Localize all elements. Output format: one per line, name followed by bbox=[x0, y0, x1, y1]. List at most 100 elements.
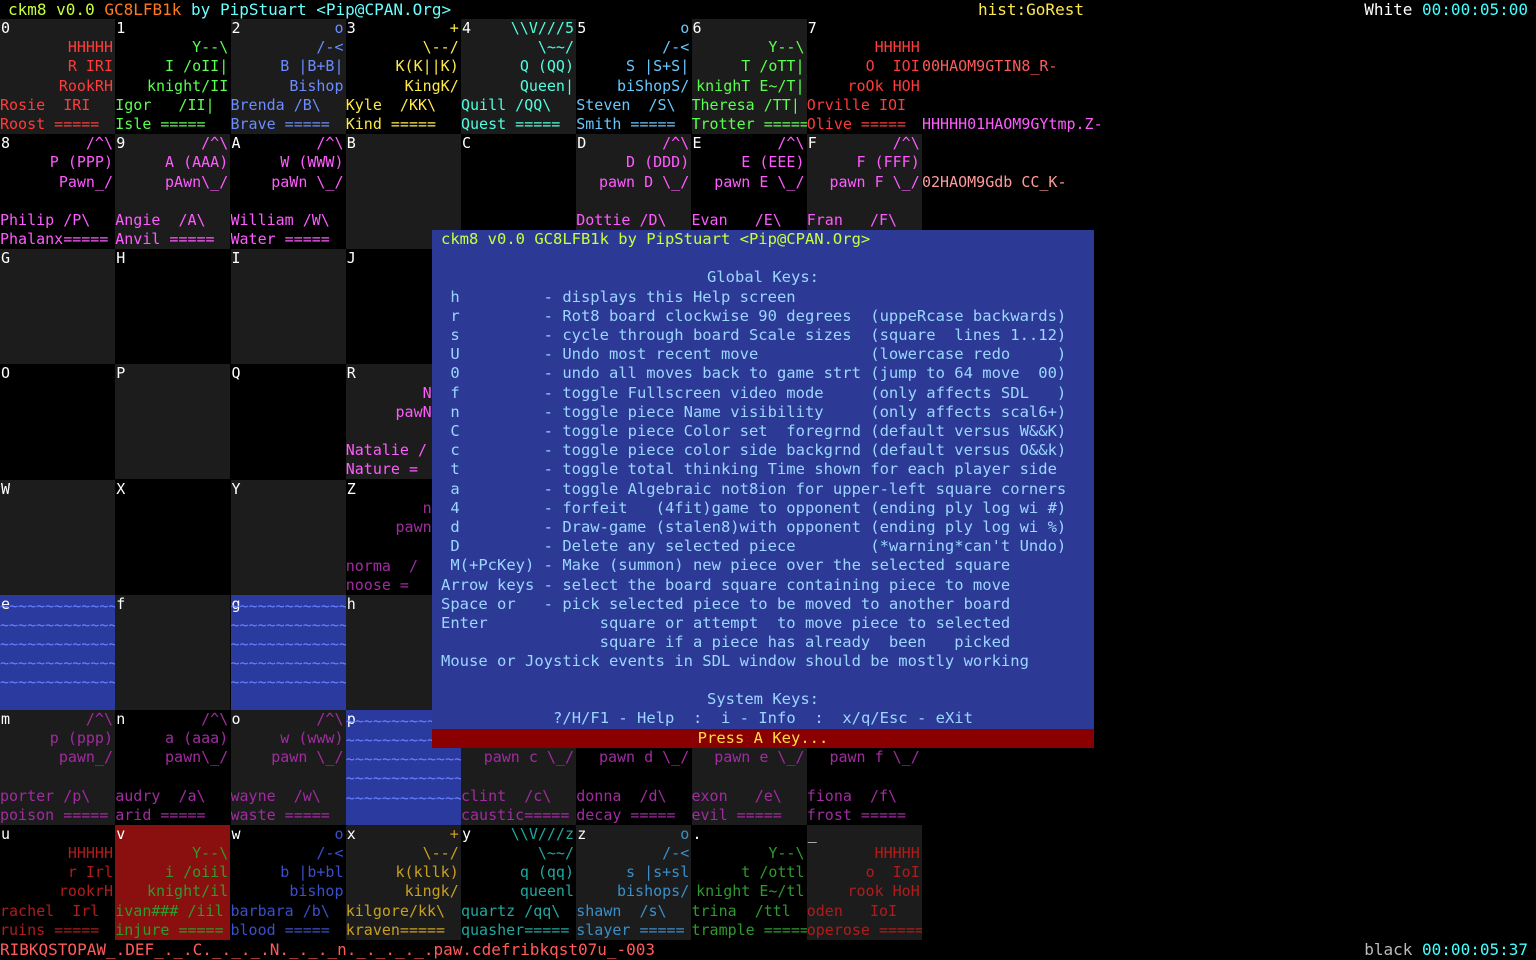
piece-glyph-line: k(kllk) bbox=[395, 863, 459, 882]
piece-glyph-line: a (aaa) bbox=[165, 728, 229, 747]
board-square[interactable]: n/^\ a (aaa) pawn\_/audry /a\ arid ===== bbox=[115, 709, 231, 825]
piece-glyph-line: Y--\ bbox=[768, 844, 805, 863]
piece-subname: trample ===== bbox=[691, 920, 807, 939]
help-dialog[interactable]: ckm8 v0.0 GC8LFB1k by PipStuart <Pip@CPA… bbox=[432, 230, 1094, 748]
board-square[interactable]: 0 HHHHH R IRI RookRH Rosie IRI Roost ===== bbox=[0, 19, 115, 134]
help-row: t - toggle total thinking Time shown for… bbox=[441, 460, 1057, 479]
piece-subname: arid ===== bbox=[115, 805, 206, 824]
black-clock: 00:00:05:37 bbox=[1422, 940, 1528, 959]
board-square[interactable]: y \\V///z \~~/q (qq) queenl quartz /qq\ quash… bbox=[461, 824, 576, 940]
square-coord: 6 bbox=[692, 19, 702, 37]
piece-subname: frost ===== bbox=[806, 805, 907, 824]
system-keys-line: ?/H/F1 - Help : i - Info : x/q/Esc - eXi… bbox=[553, 709, 973, 727]
help-row: U - Undo most recent move (lowercase red… bbox=[441, 345, 1067, 364]
board-square[interactable]: 4 \\V///5 \~~/Q (QQ) Queen| Quill /QQ\ Quest … bbox=[461, 19, 576, 134]
board-square[interactable]: H bbox=[115, 249, 231, 365]
board-square[interactable]: X bbox=[115, 479, 231, 595]
board-square[interactable]: P bbox=[115, 364, 231, 480]
board-square[interactable]: 6 Y--\ T /oTT| knighT E~/T| Theresa /TT| Trot… bbox=[691, 19, 807, 134]
piece-glyph-line: o bbox=[680, 19, 690, 37]
piece-glyph-line: i /oiil bbox=[165, 863, 229, 882]
board-square[interactable]: 2 o/-< B |B+B| Bishop Brenda /B\ Brave ===== bbox=[230, 19, 346, 134]
water-pattern: ~~~~~~~~~~~~~~~~ bbox=[230, 635, 346, 654]
piece-name: Brenda /B\ bbox=[230, 96, 321, 114]
square-coord: W bbox=[1, 479, 11, 498]
piece-glyph-line: roOk HOH bbox=[847, 76, 920, 95]
board-square[interactable]: m/^\ p (ppp) pawn_/porter /p\ poison ===== bbox=[0, 709, 115, 825]
piece-glyph-line: knight/II bbox=[146, 76, 229, 95]
board-square[interactable]: w o/-< b |b+bl bishop barbara /b\ blood ===== bbox=[230, 824, 346, 940]
piece-name: Kyle /KK\ bbox=[345, 96, 437, 114]
piece-glyph-line: pawn_/ bbox=[58, 748, 113, 767]
white-clock-area: White 00:00:05:00 bbox=[1364, 0, 1528, 19]
piece-glyph-line: HHHHH bbox=[67, 844, 113, 863]
square-coord: J bbox=[346, 249, 356, 268]
piece-glyph-line: bishop bbox=[289, 882, 344, 901]
water-pattern: ~~~~~~~~~~~~~~~~ bbox=[0, 596, 115, 615]
board-square[interactable]: z o/-< s |s+sl bishops/shawn /s\ slayer ====… bbox=[576, 824, 692, 940]
black-label: black bbox=[1364, 940, 1413, 959]
board-square[interactable]: A/^\ W (WWW) paWn \_/William /W\ Water ====… bbox=[230, 134, 346, 250]
board-square[interactable]: I bbox=[230, 249, 346, 365]
board-square[interactable]: W bbox=[0, 479, 115, 595]
piece-glyph-line: pawn e \_/ bbox=[714, 748, 805, 767]
piece-subname: operose ===== bbox=[806, 920, 922, 939]
board-square[interactable]: 5 o/-< S |S+S| biShopS/Steven /S\ Smith ====… bbox=[576, 19, 692, 134]
water-pattern: ~~~~~~~~~~~~~~~~ bbox=[0, 635, 115, 654]
piece-glyph-line: E (EEE) bbox=[741, 153, 805, 172]
board-square[interactable]: 8/^\ P (PPP) Pawn_/Philip /P\ Phalanx===== bbox=[0, 134, 115, 250]
board-square[interactable]: v Y--\ i /oiil knight/il ivan### /iil injure … bbox=[115, 824, 231, 940]
board-square[interactable]: o/^\ w (www) pawn \_/wayne /w\ waste ===== bbox=[230, 709, 346, 825]
board-square[interactable]: _ HHHHH o IoI rook HoH oden IoI operose ===== bbox=[806, 824, 922, 940]
piece-subname: blood ===== bbox=[230, 920, 330, 939]
board-square[interactable]: f bbox=[115, 594, 231, 710]
piece-glyph-line: RookRH bbox=[58, 76, 113, 95]
square-coord: h bbox=[346, 594, 356, 613]
piece-glyph-line: biShopS/ bbox=[617, 76, 690, 95]
piece-name: barbara /b\ bbox=[230, 901, 330, 920]
board-square[interactable]: O bbox=[0, 364, 115, 480]
piece-glyph-line: knighT E~/T| bbox=[696, 76, 805, 95]
board-square[interactable]: 3 + \--/K(K||K) KingK/Kyle /KK\ Kind ===== bbox=[345, 19, 461, 134]
history-line: 02HAOM9Gdb CC_K- bbox=[922, 172, 1067, 191]
title-bar: ckm8 v0.0 GC8LFB1k by PipStuart <Pip@CPA… bbox=[8, 0, 451, 19]
help-row: Enter square or attempt to move piece to… bbox=[441, 614, 1011, 632]
piece-subname: Trotter ===== bbox=[691, 115, 807, 133]
square-coord: I bbox=[231, 249, 241, 268]
history-lines: 00HAOM9GTIN8_R- HHHHH01HAOM9GYtmp.Z- 02H… bbox=[922, 19, 1103, 211]
board-square[interactable]: e ~~~~~~~~~~~~~ ~~~~~~~~~~~~~ ~~~~~~~~~~~~~… bbox=[0, 594, 115, 710]
board-square[interactable]: 9/^\ A (AAA) pAwn\_/Angie /A\ Anvil ===== bbox=[115, 134, 231, 250]
piece-glyph-line: pawn \_/ bbox=[271, 748, 344, 767]
piece-glyph-line: HHHHH bbox=[874, 844, 920, 863]
board-square[interactable]: 1 Y--\ I /oII| knight/II Igor /II| Isle ===== bbox=[115, 19, 231, 134]
piece-name: Igor /II| bbox=[115, 96, 215, 114]
piece-glyph-line: B |B+B| bbox=[280, 57, 344, 76]
piece-glyph-line: r Irl bbox=[67, 863, 113, 882]
board-square[interactable]: G bbox=[0, 249, 115, 365]
piece-glyph-line: \\V///5 bbox=[510, 19, 574, 37]
board-square[interactable]: u HHHHH r Irl rookrH rachel Irl ruins ===== bbox=[0, 824, 115, 940]
piece-glyph-line: K(K||K) bbox=[395, 57, 459, 76]
press-key-bar[interactable]: Press A Key... bbox=[432, 729, 1094, 748]
piece-subname: injure ===== bbox=[115, 920, 224, 939]
board-square[interactable]: 7 HHHHH O IOI roOk HOH Orville IOI Olive ====… bbox=[806, 19, 922, 134]
help-row: a - toggle Algebraic not8ion for upper-l… bbox=[441, 479, 1067, 498]
board-square[interactable]: . Y--\ t /ottl knight E~/tl trina /ttl trampl… bbox=[691, 824, 807, 940]
board-square[interactable]: g ~~~~~~~~~~~~~ ~~~~~~~~~~~~~ ~~~~~~~~~~~~~… bbox=[230, 594, 346, 710]
water-pattern: ~~~~~~~~~~~~~~~~ bbox=[345, 769, 461, 788]
piece-name: kilgore/kk\ bbox=[345, 901, 446, 920]
piece-glyph-line: T /oTT| bbox=[741, 57, 805, 76]
help-row: r - Rot8 board clockwise 90 degrees (upp… bbox=[441, 306, 1067, 325]
piece-name: Angie /A\ bbox=[115, 211, 206, 230]
piece-name: Natalie / bbox=[345, 441, 428, 460]
piece-name: norma / bbox=[345, 556, 418, 575]
piece-glyph-line: Queen| bbox=[519, 76, 574, 95]
square-coord: _ bbox=[807, 824, 817, 843]
piece-subname: caustic===== bbox=[461, 805, 570, 824]
piece-glyph-line: pawn d \_/ bbox=[598, 748, 690, 767]
board-square[interactable]: Q bbox=[230, 364, 346, 480]
board-square[interactable]: Y bbox=[230, 479, 346, 595]
author-byline: by PipStuart <Pip@CPAN.Org> bbox=[191, 0, 452, 19]
piece-glyph-line: /-< bbox=[316, 38, 344, 57]
board-square[interactable]: x + \--/k(kllk) kingk/kilgore/kk\ kraven====… bbox=[345, 824, 461, 940]
